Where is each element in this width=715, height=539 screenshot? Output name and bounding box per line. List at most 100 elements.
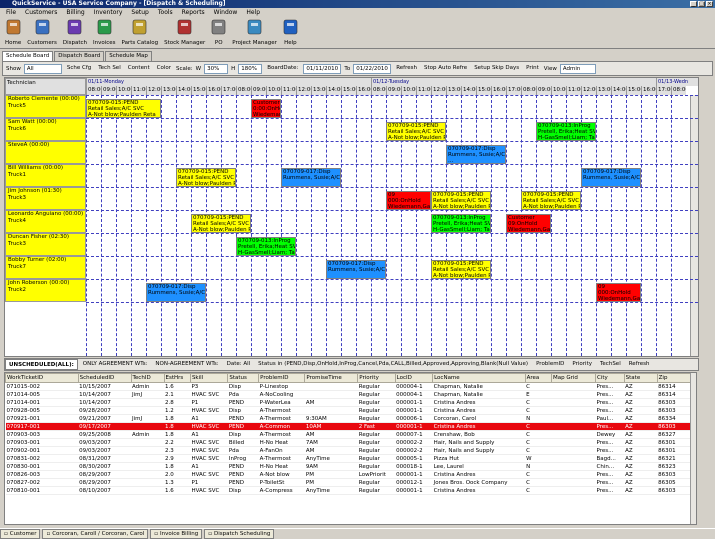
width-scale-input[interactable]: 30% <box>204 63 229 74</box>
technician-cell[interactable]: Jim Johnson (01:30) Truck3 <box>5 187 86 210</box>
table-row[interactable]: 070928-005 09/28/2007 1.2 HVAC SVC Disp A-The… <box>5 406 693 415</box>
window-tab-0[interactable]: ▫ Customer <box>0 529 41 539</box>
appointment-block[interactable]: Customer09:OnHoldWiedemann,Gardner <box>506 214 551 233</box>
table-row[interactable]: 070921-001 09/21/2007 JimJ 1.8 A1 PEND A-Therm… <box>5 414 693 423</box>
appointment-block[interactable]: 070709-017:Disp Rummens, Susie;A/C <box>281 168 341 187</box>
grid-filter-7[interactable]: TechSel <box>597 359 624 370</box>
technician-cell[interactable]: Bobby Turner (02:00) Truck7 <box>5 256 86 279</box>
column-header-state[interactable]: State <box>623 373 658 383</box>
table-row[interactable]: 070830-001 08/30/2007 1.8 A1 PEND H-No Heat 9A… <box>5 462 693 471</box>
toolbar-button-help[interactable]: Help <box>280 17 301 48</box>
menu-item-customers[interactable]: Customers <box>25 9 57 16</box>
tab-schedule-board[interactable]: Schedule Board <box>2 51 54 61</box>
table-row[interactable]: 070810-001 08/10/2007 1.6 HVAC SVC Disp A-Com… <box>5 486 693 495</box>
toolbar-button-invoices[interactable]: Invoices <box>90 17 119 48</box>
maximize-button[interactable]: □ <box>698 1 705 7</box>
table-row[interactable]: 070903-001 09/03/2007 2.2 HVAC SVC Billed H-N… <box>5 438 693 447</box>
toolbar-button-dispatch[interactable]: Dispatch <box>60 17 90 48</box>
appointment-block[interactable]: 070709-015:PEND Retail Sales;A/C SVC A-Not… <box>191 214 251 233</box>
table-row[interactable]: 070917-001 09/17/2007 1.8 HVAC SVC PEND A-Com… <box>5 422 693 431</box>
tech-sel-button[interactable]: Tech Sel <box>96 63 122 74</box>
technician-cell[interactable]: Roberto Clemente (00:00) Truck5 <box>5 95 86 118</box>
technician-cell[interactable]: Bill Williams (00:00) Truck1 <box>5 164 86 187</box>
column-header-workticketid[interactable]: WorkTicketID <box>5 373 79 383</box>
grid-filter-0[interactable]: UNSCHEDULED(ALL): <box>5 359 78 370</box>
column-header-locid[interactable]: LocID <box>394 373 434 383</box>
grid-scrollbar[interactable] <box>690 373 696 524</box>
appointment-block[interactable]: 070709-013:InProg Pretell, Erika;Heat SVC… <box>236 237 296 256</box>
column-header-promisetime[interactable]: PromiseTime <box>304 373 359 383</box>
menu-item-window[interactable]: Window <box>214 9 238 16</box>
appointment-block[interactable]: 070709-013:InProg Pretell, Erika;Heat SVC… <box>536 122 596 141</box>
toolbar-button-home[interactable]: Home <box>2 17 24 48</box>
technician-cell[interactable]: John Roberson (00:00) Truck2 <box>5 279 86 302</box>
appointment-block[interactable]: 070709-015:PEND Retail Sales;A/C SVC A-Not… <box>86 99 161 118</box>
grid-filter-3[interactable]: Date: All <box>224 359 254 370</box>
table-row[interactable]: 071015-002 10/15/2007 Admin 1.6 P3 Disp P-Line… <box>5 382 693 391</box>
menu-item-help[interactable]: Help <box>246 9 260 16</box>
schedule-scrollbar[interactable] <box>690 95 698 356</box>
column-header-locname[interactable]: LocName <box>432 373 526 383</box>
column-header-techid[interactable]: TechID <box>130 373 165 383</box>
sche-cfg-button[interactable]: Sche Cfg <box>65 63 93 74</box>
content-button[interactable]: Content <box>126 63 152 74</box>
show-select[interactable]: All <box>23 63 62 74</box>
column-header-zip[interactable]: Zip <box>656 373 694 383</box>
table-row[interactable]: 070903-003 09/25/2008 Admin 1.8 A1 Disp A-Ther… <box>5 430 693 439</box>
menu-item-tools[interactable]: Tools <box>158 9 173 16</box>
board-date-button[interactable]: BoardDate: <box>265 63 300 74</box>
menu-item-file[interactable]: File <box>6 9 16 16</box>
grid-filter-5[interactable]: ProblemID <box>533 359 567 370</box>
print-button[interactable]: Print <box>524 63 541 74</box>
appointment-block[interactable]: 070709-015:PEND Retail Sales;A/C SVC A-Not… <box>386 122 446 141</box>
window-tab-1[interactable]: ▫ Corcoran, Caroll / Corcoran, Carol <box>42 529 149 539</box>
appointment-block[interactable]: 070709-015:PEND Retail Sales;A/C SVC A-Not… <box>431 191 491 210</box>
column-header-priority[interactable]: Priority <box>357 373 396 383</box>
table-row[interactable]: 070831-002 08/31/2007 2.9 HVAC SVC InProg A-T… <box>5 454 693 463</box>
table-row[interactable]: 071014-005 10/14/2007 JimJ 2.1 HVAC SVC Pda A-… <box>5 390 693 399</box>
view-select[interactable]: Admin <box>559 63 596 74</box>
toolbar-button-customers[interactable]: Customers <box>24 17 60 48</box>
column-header-area[interactable]: Area <box>524 373 552 383</box>
stop-auto-refresh-button[interactable]: Stop Auto Refre <box>422 63 469 74</box>
technician-cell[interactable]: Duncan Fisher (02:30) Truck3 <box>5 233 86 256</box>
menu-item-billing[interactable]: Billing <box>66 9 84 16</box>
minimize-button[interactable]: _ <box>690 1 697 7</box>
setup-skip-days-button[interactable]: Setup Skip Days <box>472 63 521 74</box>
appointment-block[interactable]: 070709-015:PEND Retail Sales;A/C SVC A-Not… <box>521 191 581 210</box>
column-header-scheduledid[interactable]: ScheduledID <box>77 373 132 383</box>
menu-item-setup[interactable]: Setup <box>131 9 148 16</box>
to-date-input[interactable]: 01/22/2010 <box>353 63 392 74</box>
column-header-skill[interactable]: Skill <box>189 373 229 383</box>
tab-dispatch-board[interactable]: Dispatch Board <box>54 51 105 61</box>
appointment-block[interactable]: 070709-017:Disp Rummens, Susie;A/C <box>146 283 206 302</box>
toolbar-button-parts-catalog[interactable]: Parts Catalog <box>119 17 162 48</box>
grid-filter-1[interactable]: ONLY AGREEMENT WTs: <box>80 359 151 370</box>
toolbar-button-po[interactable]: PO <box>208 17 229 48</box>
column-header-map-grid[interactable]: Map Grid <box>550 373 597 383</box>
menu-item-inventory[interactable]: Inventory <box>94 9 123 16</box>
grid-filter-6[interactable]: Priority <box>569 359 595 370</box>
grid-filter-2[interactable]: NON-AGREEMENT WTs: <box>152 359 221 370</box>
grid-filter-4[interactable]: Status in (PEND,Disp,OnHold,InProg,Cance… <box>255 359 531 370</box>
tab-schedule-map[interactable]: Schedule Map <box>105 51 152 61</box>
table-row[interactable]: 070902-001 09/03/2007 2.3 HVAC SVC Pda A-FanO… <box>5 446 693 455</box>
table-row[interactable]: 070826-003 08/29/2007 2.0 HVAC SVC PEND A-Not… <box>5 470 693 479</box>
appointment-block[interactable]: 070709-013:InProg Pretell, Erika;Heat SVC… <box>431 214 491 233</box>
appointment-block[interactable]: 070709-017:Disp Rummens, Susie;A/C <box>326 260 386 279</box>
menu-item-reports[interactable]: Reports <box>182 9 205 16</box>
window-tab-2[interactable]: ▫ Invoice Billing <box>150 529 203 539</box>
toolbar-button-project-manager[interactable]: Project Manager <box>229 17 280 48</box>
column-header-status[interactable]: Status <box>227 373 260 383</box>
column-header-city[interactable]: City <box>595 373 625 383</box>
appointment-block[interactable]: 070709-015:PEND Retail Sales;A/C SVC A-Not… <box>176 168 236 187</box>
table-row[interactable]: 070827-002 08/29/2007 1.3 P1 PEND P-ToiletSt P… <box>5 478 693 487</box>
table-row[interactable]: 071014-001 10/14/2007 2.8 P1 PEND P-WaterLea A… <box>5 398 693 407</box>
toolbar-button-stock-manager[interactable]: Stock Manager <box>161 17 208 48</box>
grid-filter-8[interactable]: Refresh <box>626 359 653 370</box>
appointment-block[interactable]: Customer0:00:OnHoldWiedemann,Gardner <box>251 99 281 118</box>
refresh-button[interactable]: Refresh <box>394 63 419 74</box>
technician-cell[interactable]: Leonardo Anguiano (00:00) Truck4 <box>5 210 86 233</box>
column-header-problemid[interactable]: ProblemID <box>258 373 306 383</box>
height-scale-input[interactable]: 180% <box>238 63 263 74</box>
